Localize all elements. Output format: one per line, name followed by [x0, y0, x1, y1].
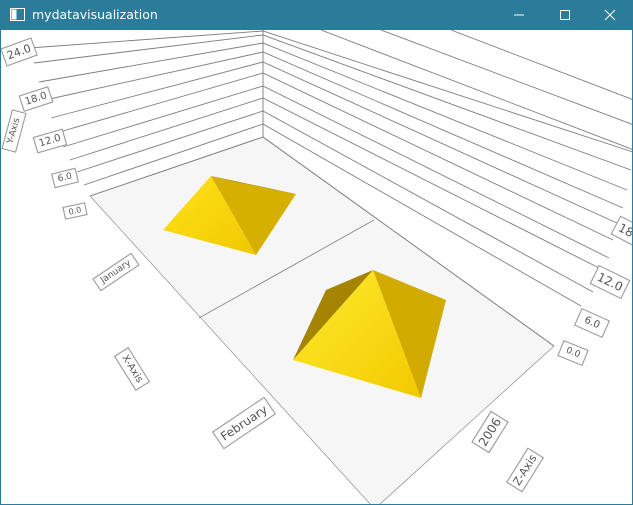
x-category-label: February	[211, 396, 277, 450]
y-tick-label-right: 12.0	[589, 264, 631, 300]
y-tick-label-right: 18.0	[610, 215, 632, 251]
chart-area[interactable]: 0.0 6.0 12.0 18.0 24.0 Y-Axis 0.0 6.0 12…	[1, 30, 633, 505]
x-category-label: January	[92, 252, 140, 292]
y-tick-label: 24.0	[1, 37, 38, 67]
y-tick-label-right: 6.0	[573, 307, 611, 339]
y-tick-label: 6.0	[50, 167, 80, 189]
app-window: mydatavisualization 0.0 6.0 12.0 18.0 24…	[0, 0, 633, 505]
y-tick-label: 12.0	[32, 128, 68, 154]
maximize-button[interactable]	[542, 0, 588, 30]
z-axis-title: Z-Axis	[506, 447, 544, 493]
bar3d-chart[interactable]: 0.0 6.0 12.0 18.0 24.0 Y-Axis 0.0 6.0 12…	[1, 30, 633, 505]
z-axis-labels: 2006 Z-Axis	[471, 410, 544, 493]
app-icon	[10, 8, 25, 21]
window-title: mydatavisualization	[32, 7, 158, 22]
close-icon	[604, 9, 616, 21]
y-axis-title: Y-Axis	[1, 109, 27, 153]
title-bar[interactable]: mydatavisualization	[1, 0, 632, 30]
z-row-label: 2006	[471, 410, 509, 454]
close-button[interactable]	[587, 0, 632, 30]
y-tick-label: 18.0	[18, 86, 54, 112]
x-axis-title: X-Axis	[113, 347, 151, 391]
minimize-icon	[514, 14, 524, 16]
y-tick-label: 0.0	[62, 202, 88, 220]
y-axis-labels-left: 0.0 6.0 12.0 18.0 24.0 Y-Axis	[1, 37, 88, 220]
maximize-icon	[560, 10, 570, 20]
y-tick-label-right: 0.0	[557, 339, 589, 367]
minimize-button[interactable]	[496, 0, 542, 30]
